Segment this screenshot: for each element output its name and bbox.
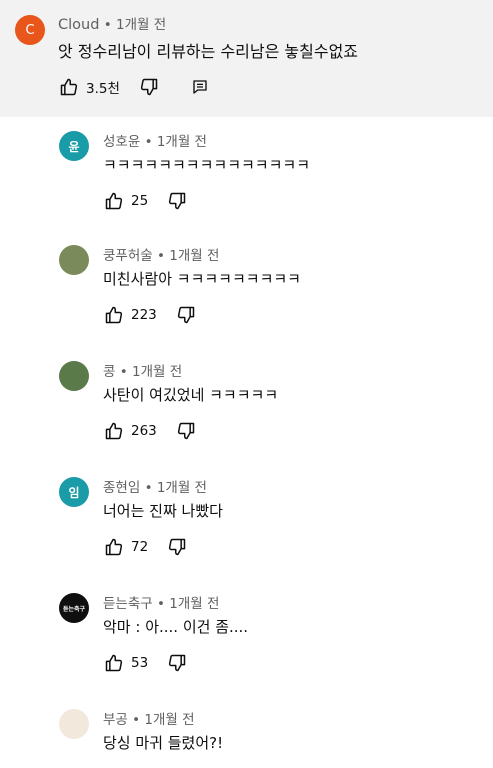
reply-like-count: 223 bbox=[131, 307, 157, 323]
meta-separator: • bbox=[132, 712, 141, 728]
reply-avatar-letter: 윤 bbox=[68, 139, 80, 154]
reply-text: 미친사람아 ㅋㅋㅋㅋㅋㅋㅋㅋㅋ bbox=[103, 270, 301, 288]
reply-actions: 25 bbox=[103, 190, 188, 212]
reply-author[interactable]: 듣는축구 bbox=[103, 596, 153, 612]
parent-avatar[interactable]: C bbox=[15, 15, 45, 45]
reply-avatar[interactable]: 윤 bbox=[59, 131, 89, 161]
reply-time: 1개월 전 bbox=[169, 596, 220, 612]
reply-avatar[interactable] bbox=[59, 709, 89, 739]
reply-avatar[interactable]: 듣는축구 bbox=[59, 593, 89, 623]
reply-avatar[interactable] bbox=[59, 361, 89, 391]
parent-actions: 3.5천 bbox=[58, 76, 160, 98]
parent-time: 1개월 전 bbox=[115, 17, 167, 33]
reply-meta: 성호윤 • 1개월 전 bbox=[103, 130, 207, 150]
reply-time: 1개월 전 bbox=[156, 134, 207, 150]
reply-avatar[interactable] bbox=[59, 245, 89, 275]
meta-separator: • bbox=[103, 17, 112, 33]
reply-text: 사탄이 여깄었네 ㅋㅋㅋㅋㅋ bbox=[103, 386, 279, 404]
meta-separator: • bbox=[119, 364, 128, 380]
meta-separator: • bbox=[156, 596, 165, 612]
reply-avatar-letter: 임 bbox=[68, 485, 80, 500]
reply-avatar[interactable]: 임 bbox=[59, 477, 89, 507]
reply-time: 1개월 전 bbox=[144, 712, 195, 728]
thumbs-down-icon[interactable] bbox=[175, 420, 197, 442]
thumbs-up-icon[interactable] bbox=[103, 190, 125, 212]
reply-like-count: 53 bbox=[131, 655, 149, 671]
reply-meta: 부공 • 1개월 전 bbox=[103, 708, 195, 728]
reply-author[interactable]: 성호윤 bbox=[103, 134, 140, 150]
reply-actions: 223 bbox=[103, 304, 197, 326]
reply-author[interactable]: 부공 bbox=[103, 712, 128, 728]
parent-like-count: 3.5천 bbox=[86, 81, 120, 97]
meta-separator: • bbox=[156, 248, 165, 264]
reply-text: ㅋㅋㅋㅋㅋㅋㅋㅋㅋㅋㅋㅋㅋㅋㅋ bbox=[103, 156, 311, 174]
reply-author[interactable]: 쿵푸허술 bbox=[103, 248, 153, 264]
thumbs-up-icon[interactable] bbox=[103, 536, 125, 558]
reply-actions: 53 bbox=[103, 652, 188, 674]
thumbs-down-icon[interactable] bbox=[166, 190, 188, 212]
reply-text: 너어는 진짜 나빴다 bbox=[103, 502, 223, 520]
reply-time: 1개월 전 bbox=[169, 248, 220, 264]
reply-actions: 263 bbox=[103, 420, 197, 442]
parent-author[interactable]: Cloud bbox=[58, 17, 99, 33]
reply-meta: 듣는축구 • 1개월 전 bbox=[103, 592, 219, 612]
reply-time: 1개월 전 bbox=[131, 364, 183, 380]
parent-meta: Cloud • 1개월 전 bbox=[58, 13, 166, 33]
thumbs-up-icon[interactable] bbox=[58, 76, 80, 98]
meta-separator: • bbox=[144, 480, 153, 496]
reply-author[interactable]: 종현임 bbox=[103, 480, 140, 496]
parent-avatar-letter: C bbox=[25, 22, 35, 38]
thumbs-down-icon[interactable] bbox=[166, 652, 188, 674]
reply-avatar-letter: 듣는축구 bbox=[62, 605, 86, 613]
thumbs-down-icon[interactable] bbox=[138, 76, 160, 98]
reply-actions: 72 bbox=[103, 536, 188, 558]
thumbs-down-icon[interactable] bbox=[175, 304, 197, 326]
reply-meta: 콩 • 1개월 전 bbox=[103, 360, 182, 380]
reply-text: 당싱 마귀 들렸어?! bbox=[103, 734, 224, 752]
thumbs-up-icon[interactable] bbox=[103, 652, 125, 674]
reply-author[interactable]: 콩 bbox=[103, 364, 115, 380]
reply-like-count: 25 bbox=[131, 193, 149, 209]
thumbs-up-icon[interactable] bbox=[103, 304, 125, 326]
reply-like-count: 72 bbox=[131, 539, 149, 555]
reply-text: 악마 : 아.... 이건 좀.... bbox=[103, 618, 249, 636]
thumbs-down-icon[interactable] bbox=[166, 536, 188, 558]
reply-comment-icon[interactable] bbox=[189, 76, 211, 98]
reply-like-count: 263 bbox=[131, 423, 157, 439]
reply-meta: 쿵푸허술 • 1개월 전 bbox=[103, 244, 219, 264]
parent-text: 앗 정수리남이 리뷰하는 수리남은 놓칠수없죠 bbox=[58, 42, 359, 61]
reply-time: 1개월 전 bbox=[156, 480, 207, 496]
reply-meta: 종현임 • 1개월 전 bbox=[103, 476, 207, 496]
parent-comment: C Cloud • 1개월 전 앗 정수리남이 리뷰하는 수리남은 놓칠수없죠 … bbox=[0, 0, 493, 117]
meta-separator: • bbox=[144, 134, 153, 150]
thumbs-up-icon[interactable] bbox=[103, 420, 125, 442]
